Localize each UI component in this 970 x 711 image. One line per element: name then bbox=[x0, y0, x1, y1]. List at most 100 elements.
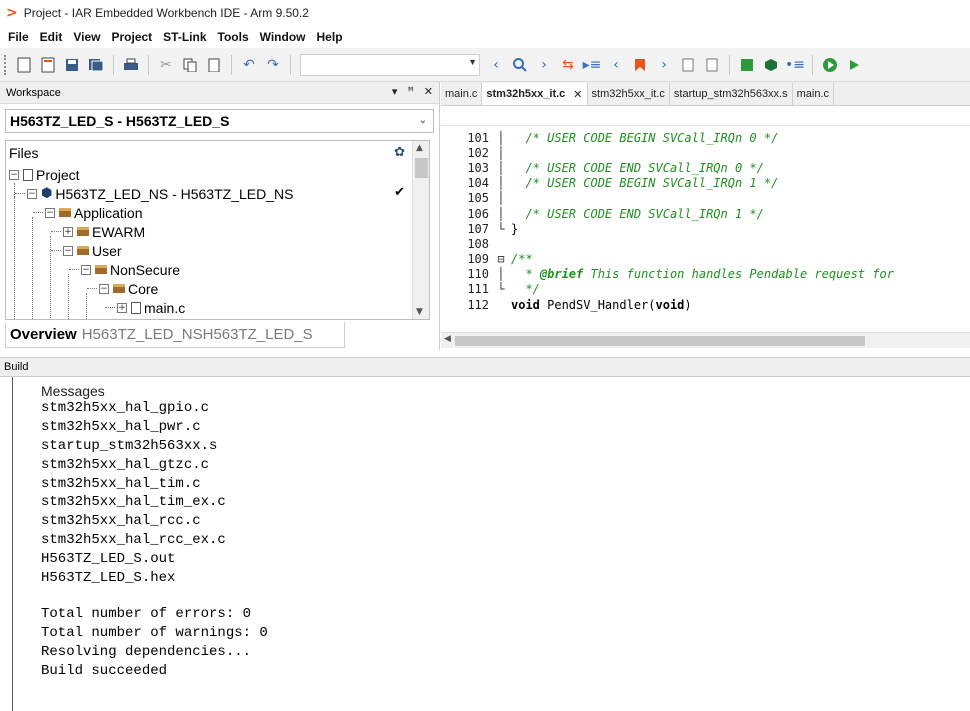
collapse-icon[interactable]: − bbox=[81, 264, 91, 275]
list-item[interactable]: H563TZ_LED_S.out bbox=[13, 549, 970, 568]
code-line: 104 │ /* USER CODE BEGIN SVCall_IRQn 1 */ bbox=[467, 176, 779, 191]
expand-icon[interactable]: + bbox=[117, 302, 127, 313]
menu-window[interactable]: Window bbox=[260, 30, 306, 44]
make-icon[interactable] bbox=[761, 55, 781, 75]
save-all-icon[interactable] bbox=[86, 55, 106, 75]
tree-item-main-c[interactable]: + main.c bbox=[6, 298, 429, 317]
tab-overview[interactable]: Overview bbox=[10, 326, 77, 343]
new-workspace-icon[interactable] bbox=[38, 55, 58, 75]
gear-icon[interactable]: ✿ bbox=[394, 144, 405, 160]
replace-icon[interactable]: ⇆ bbox=[558, 55, 578, 75]
files-scrollbar[interactable]: ▲ ▼ bbox=[412, 141, 429, 319]
scrollbar-thumb[interactable] bbox=[415, 158, 428, 178]
configuration-select[interactable]: H563TZ_LED_S - H563TZ_LED_S ⌄ bbox=[5, 109, 434, 133]
next-bookmark-icon[interactable] bbox=[702, 55, 722, 75]
build-summary-errors[interactable]: Total number of errors: 0 bbox=[13, 605, 970, 624]
tree-item-ns-project[interactable]: − ⬢ H563TZ_LED_NS - H563TZ_LED_NS ✔ bbox=[6, 184, 429, 203]
code-line: 103 │ /* USER CODE END SVCall_IRQn 0 */ bbox=[467, 160, 764, 175]
tree-item-nonsecure[interactable]: − NonSecure bbox=[6, 260, 429, 279]
redo-icon[interactable]: ↷ bbox=[263, 55, 283, 75]
list-item[interactable]: stm32h5xx_hal_tim.c bbox=[13, 474, 970, 493]
tab-main-c[interactable]: main.c bbox=[441, 83, 483, 105]
scroll-left-icon[interactable]: ◀ bbox=[444, 334, 451, 344]
new-file-icon[interactable] bbox=[14, 55, 34, 75]
find-combo[interactable]: ▼ bbox=[300, 53, 480, 76]
list-item[interactable]: startup_stm32h563xx.s bbox=[13, 437, 970, 456]
close-icon[interactable]: ✕ bbox=[424, 85, 433, 98]
list-item[interactable]: stm32h5xx_hal_tim_ex.c bbox=[13, 493, 970, 512]
menu-tools[interactable]: Tools bbox=[218, 30, 249, 44]
print-icon[interactable] bbox=[121, 55, 141, 75]
scroll-down-icon[interactable]: ▼ bbox=[416, 307, 423, 317]
find-previous-icon[interactable]: ‹ bbox=[486, 55, 506, 75]
list-item[interactable]: stm32h5xx_hal_rcc_ex.c bbox=[13, 531, 970, 550]
go-to-icon[interactable]: ▸≡ bbox=[582, 55, 602, 75]
code-view[interactable]: 101 │ /* USER CODE BEGIN SVCall_IRQn 0 */… bbox=[441, 130, 970, 330]
undo-icon[interactable]: ↶ bbox=[239, 55, 259, 75]
tab-main-c-2[interactable]: main.c bbox=[793, 83, 835, 105]
tree-item-core[interactable]: − Core bbox=[6, 279, 429, 298]
paste-icon[interactable] bbox=[204, 55, 224, 75]
menu-help[interactable]: Help bbox=[317, 30, 343, 44]
tab-stm32h5xx-it-c-active[interactable]: stm32h5xx_it.c ✕ bbox=[482, 83, 588, 105]
find-next-icon[interactable]: › bbox=[534, 55, 554, 75]
bookmark-icon[interactable] bbox=[630, 55, 650, 75]
editor-horizontal-scrollbar[interactable]: ◀ bbox=[441, 332, 970, 348]
menu-file[interactable]: File bbox=[8, 30, 29, 44]
collapse-icon[interactable]: − bbox=[45, 207, 55, 218]
tree-item-application[interactable]: − Application bbox=[6, 203, 429, 222]
workspace-header: Workspace ▾ ꟸ ✕ bbox=[0, 82, 439, 104]
scroll-up-icon[interactable]: ▲ bbox=[416, 143, 423, 153]
tab-ns-s-project[interactable]: H563TZ_LED_NSH563TZ_LED_S bbox=[82, 326, 313, 343]
build-summary-warnings[interactable]: Total number of warnings: 0 bbox=[13, 624, 970, 643]
chevron-down-icon[interactable]: ▼ bbox=[468, 57, 477, 67]
close-icon[interactable]: ✕ bbox=[573, 88, 582, 101]
compile-icon[interactable] bbox=[737, 55, 757, 75]
menu-view[interactable]: View bbox=[73, 30, 100, 44]
fold-icon[interactable]: ⊟ bbox=[491, 252, 511, 266]
chevron-down-icon[interactable]: ▾ bbox=[392, 85, 398, 98]
tree-item-user[interactable]: − User bbox=[6, 241, 429, 260]
chevron-down-icon[interactable]: ⌄ bbox=[419, 115, 427, 126]
menu-bar: File Edit View Project ST-Link Tools Win… bbox=[0, 26, 970, 48]
folder-icon bbox=[77, 227, 89, 236]
tree-item-project[interactable]: − Project bbox=[6, 165, 429, 184]
save-icon[interactable] bbox=[62, 55, 82, 75]
previous-bookmark-icon[interactable] bbox=[678, 55, 698, 75]
collapse-icon[interactable]: − bbox=[9, 169, 19, 180]
debug-without-download-icon[interactable] bbox=[844, 55, 864, 75]
cut-icon[interactable]: ✂ bbox=[156, 55, 176, 75]
collapse-icon[interactable]: − bbox=[99, 283, 109, 294]
menu-project[interactable]: Project bbox=[111, 30, 152, 44]
collapse-icon[interactable]: − bbox=[27, 188, 37, 199]
list-item[interactable]: stm32h5xx_hal_gtzc.c bbox=[13, 455, 970, 474]
menu-st-link[interactable]: ST-Link bbox=[163, 30, 206, 44]
toolbar-separator bbox=[148, 54, 149, 75]
build-summary-resolving[interactable]: Resolving dependencies... bbox=[13, 643, 970, 662]
download-and-debug-icon[interactable] bbox=[820, 55, 840, 75]
build-summary-status[interactable]: Build succeeded bbox=[13, 661, 970, 680]
messages-column-header[interactable]: Messages bbox=[13, 377, 970, 399]
window-title: Project - IAR Embedded Workbench IDE - A… bbox=[23, 6, 309, 20]
navigate-back-icon[interactable]: ‹ bbox=[606, 55, 626, 75]
navigate-forward-icon[interactable]: › bbox=[654, 55, 674, 75]
list-item[interactable]: stm32h5xx_hal_gpio.c bbox=[13, 399, 970, 418]
scrollbar-thumb[interactable] bbox=[455, 336, 865, 346]
list-item[interactable]: stm32h5xx_hal_rcc.c bbox=[13, 512, 970, 531]
toolbar-grip[interactable] bbox=[4, 54, 8, 75]
tab-startup-stm32h563xx-s[interactable]: startup_stm32h563xx.s bbox=[670, 83, 793, 105]
list-item[interactable]: stm32h5xx_hal_pwr.c bbox=[13, 418, 970, 437]
copy-icon[interactable] bbox=[180, 55, 200, 75]
expand-icon[interactable]: + bbox=[63, 226, 73, 237]
collapse-icon[interactable]: − bbox=[63, 245, 73, 256]
tab-stm32h5xx-it-c[interactable]: stm32h5xx_it.c bbox=[588, 83, 670, 105]
breakpoint-icon[interactable]: •≡ bbox=[785, 55, 805, 75]
list-item[interactable]: H563TZ_LED_S.hex bbox=[13, 568, 970, 587]
code-line: 111 └ */ bbox=[467, 282, 540, 297]
build-messages[interactable]: Messages stm32h5xx_hal_gpio.c stm32h5xx_… bbox=[12, 377, 970, 711]
code-line: 105 │ bbox=[467, 191, 505, 206]
tree-item-ewarm[interactable]: + EWARM bbox=[6, 222, 429, 241]
menu-edit[interactable]: Edit bbox=[40, 30, 63, 44]
pin-icon[interactable]: ꟸ bbox=[407, 85, 413, 98]
search-icon[interactable] bbox=[510, 55, 530, 75]
